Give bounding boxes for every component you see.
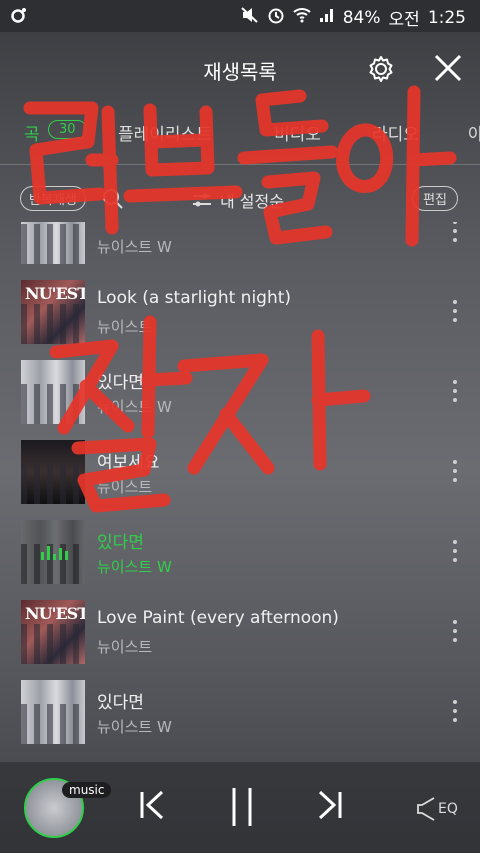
sort-label: 내 설정순 [220,192,284,211]
more-options-icon[interactable] [452,700,458,722]
next-button[interactable] [314,788,344,826]
signal-icon [319,7,335,28]
more-options-icon[interactable] [452,300,458,322]
song-artist: 뉴이스트 [97,318,153,336]
more-options-icon[interactable] [452,380,458,402]
list-item[interactable]: NU'EST Love Paint (every afternoon) 뉴이스트 [0,600,480,680]
equalizer-label: EQ [438,801,458,817]
now-playing-icon [41,546,68,560]
speaker-icon [417,797,435,821]
tab-videos[interactable]: 비디오 [274,120,321,145]
album-art [21,440,85,504]
album-art [21,222,85,264]
album-art [21,520,85,584]
song-title: 여보세요 [97,453,160,473]
album-art: NU'EST [21,600,85,664]
tab-songs-count-badge: 30 [48,120,87,139]
repeat-button[interactable]: 반복재생 [20,186,86,211]
tab-songs-label: 곡 [24,125,40,145]
song-title: Look (a starlight night) [97,288,292,308]
equalizer-button[interactable]: EQ [416,796,458,822]
song-artist: 뉴이스트 W [97,718,172,736]
mute-icon [241,7,259,28]
album-logo-text: NU'EST [25,284,85,303]
pause-icon [232,788,252,826]
header: 재생목록 [0,32,480,102]
album-art [21,680,85,744]
previous-button[interactable] [138,788,168,826]
more-options-icon[interactable] [452,620,458,642]
status-icons: 84% 오전 1:25 [241,5,466,30]
gear-icon [369,56,393,82]
song-artist: 뉴이스트 W [97,558,172,576]
list-item[interactable]: 여보세요 뉴이스트 [0,440,480,520]
music-badge: music [62,782,112,798]
pause-button[interactable] [228,786,256,832]
battery-level: 84% [342,7,381,28]
list-item[interactable]: 있다면 뉴이스트 W [0,360,480,440]
album-art: NU'EST [21,280,85,344]
alarm-icon [267,6,285,29]
album-art [21,360,85,424]
list-item[interactable]: 뉴이스트 W [0,222,480,280]
previous-icon [140,790,164,820]
time: 1:25 [427,7,466,28]
list-item-now-playing[interactable]: 있다면 뉴이스트 W [0,520,480,600]
app-notification-icon [10,6,28,29]
tab-playlists[interactable]: 플레이리스트 [118,120,212,145]
mini-player: music EQ [0,762,480,853]
next-icon [318,790,342,820]
song-artist: 뉴이스트 [97,478,153,496]
more-options-icon[interactable] [452,460,458,482]
tab-radio[interactable]: 라디오 [372,120,419,145]
close-button[interactable] [432,52,464,84]
sort-button[interactable]: 내 설정순 [192,188,284,212]
song-artist: 뉴이스트 [97,638,153,656]
search-button[interactable] [102,188,124,210]
tab-more[interactable]: 아 [468,120,480,145]
status-bar: 84% 오전 1:25 [0,0,480,32]
song-artist: 뉴이스트 W [97,238,172,256]
sort-icon [193,193,211,207]
search-icon [103,189,123,209]
time-ampm: 오전 [388,10,420,30]
edit-button[interactable]: 편집 [412,186,458,211]
song-title: 있다면 [97,693,144,713]
song-list: 뉴이스트 W NU'EST Look (a starlight night) 뉴… [0,222,480,762]
wifi-icon [293,7,311,28]
song-artist: 뉴이스트 W [97,398,172,416]
song-title: 있다면 [97,533,144,553]
album-logo-text: NU'EST [25,604,85,623]
song-title: Love Paint (every afternoon) [97,608,339,628]
tab-bar: 곡 30 플레이리스트 비디오 라디오 아 [0,112,480,165]
page-title: 재생목록 [203,60,277,84]
close-icon [434,54,462,82]
list-toolbar: 반복재생 내 설정순 편집 [0,182,480,218]
tab-songs[interactable]: 곡 [24,120,40,145]
list-item[interactable]: 있다면 뉴이스트 W [0,680,480,760]
settings-button[interactable] [366,54,396,84]
more-options-icon[interactable] [452,540,458,562]
more-options-icon[interactable] [452,222,458,242]
list-item[interactable]: NU'EST Look (a starlight night) 뉴이스트 [0,280,480,360]
song-title: 있다면 [97,373,144,393]
